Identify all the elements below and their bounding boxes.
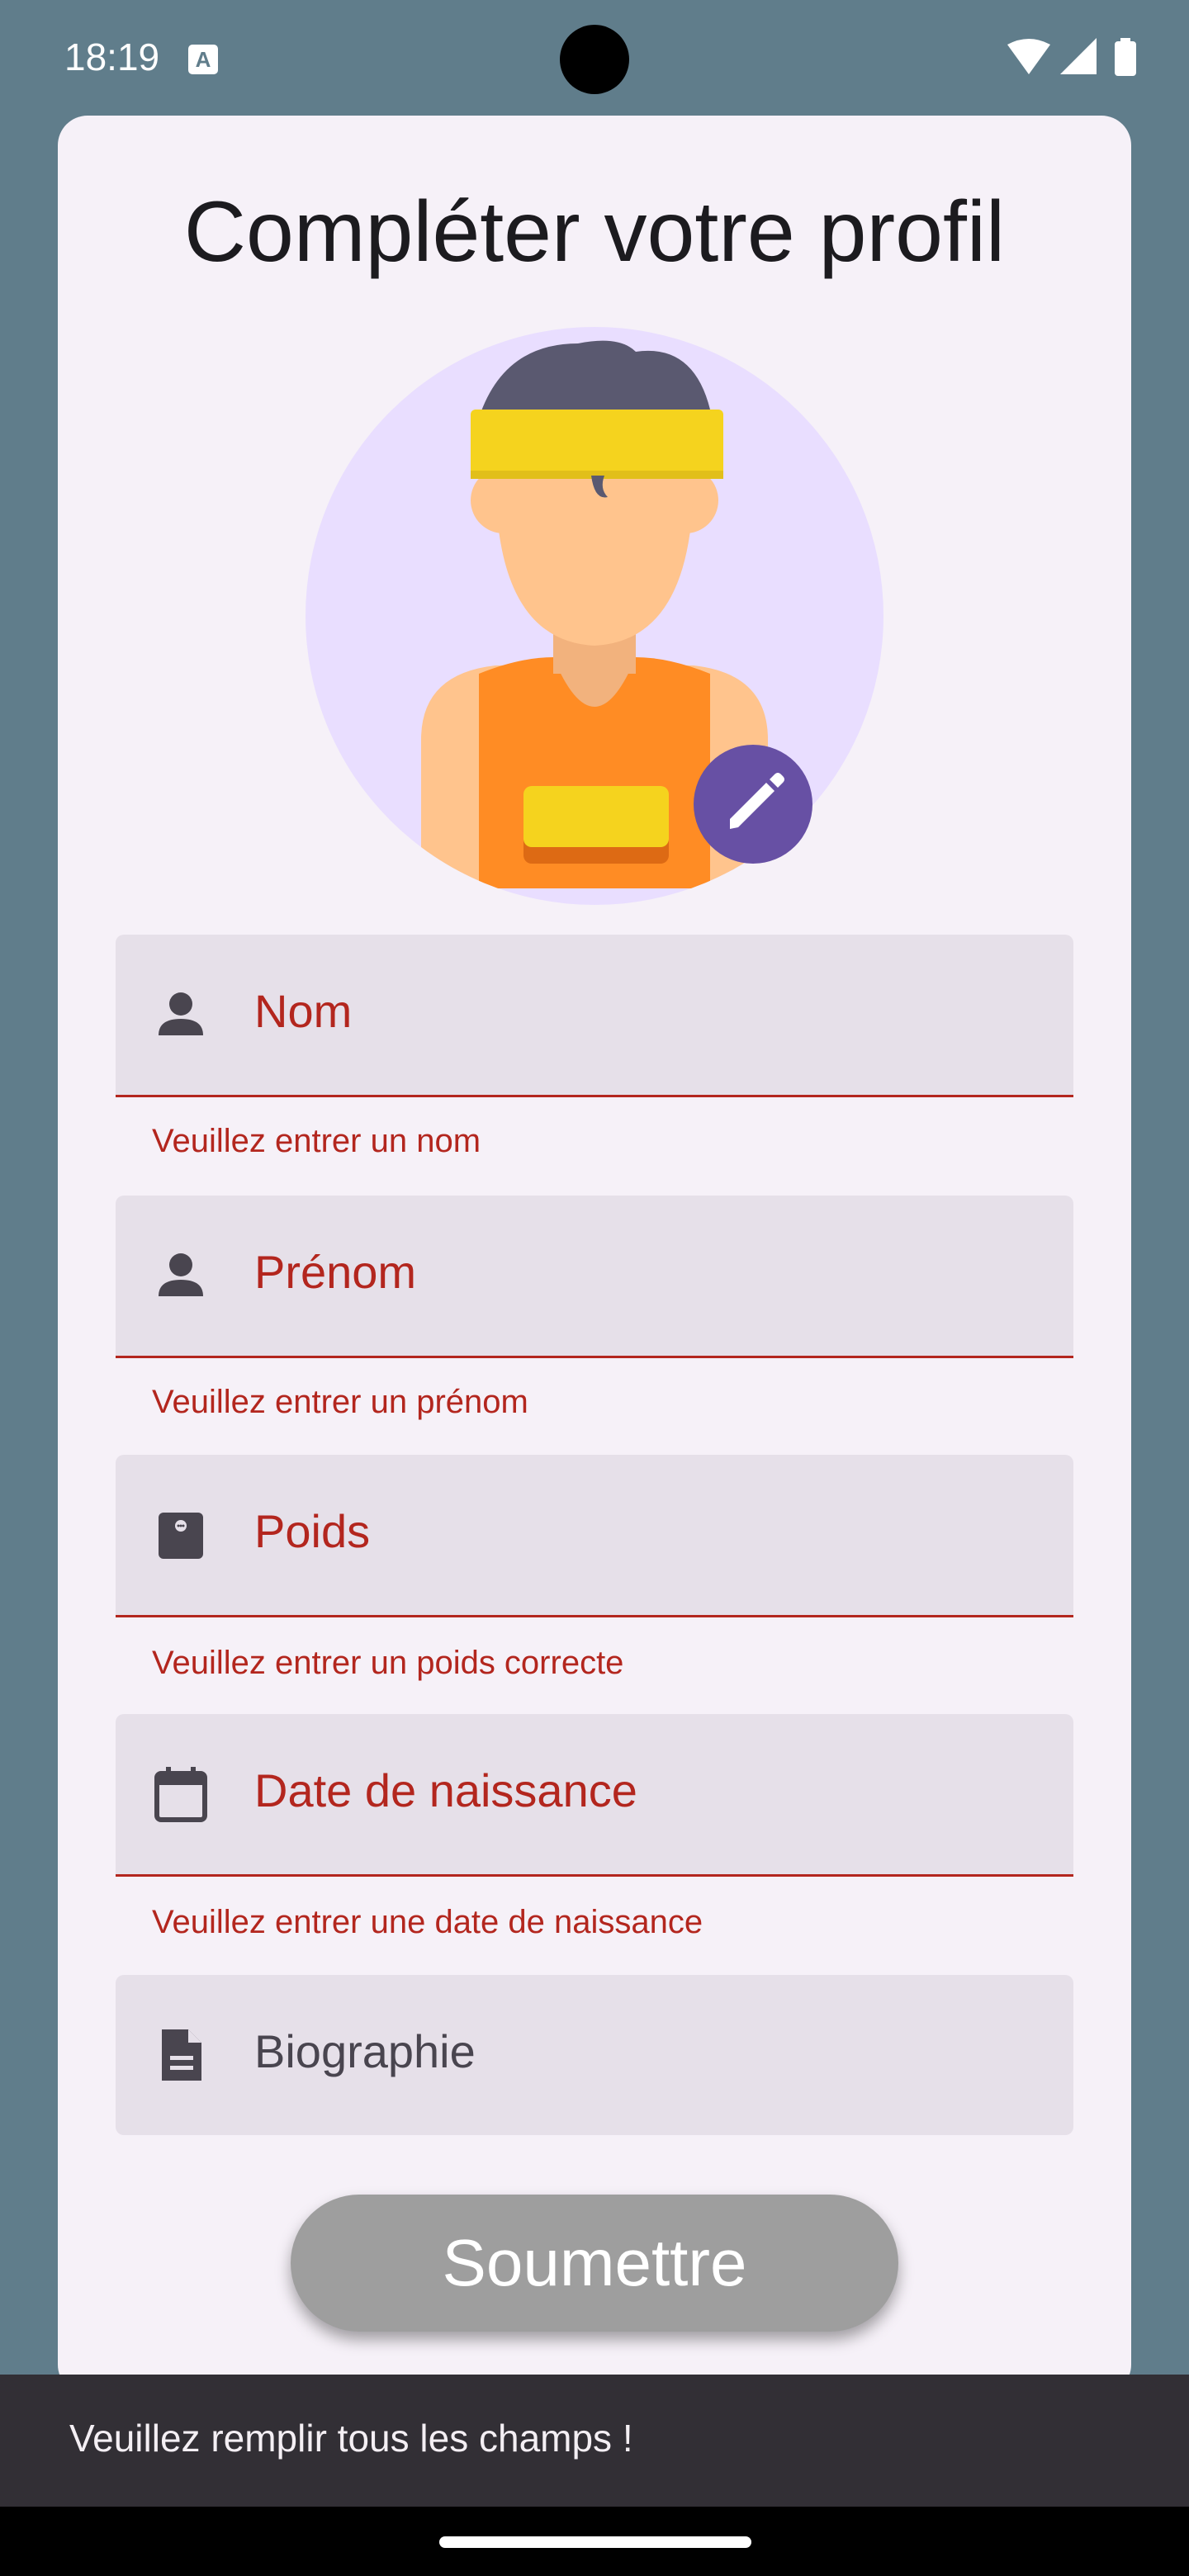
- edit-pencil-icon: [730, 773, 784, 829]
- prenom-label: Prénom: [254, 1246, 417, 1298]
- poids-field[interactable]: Poids: [116, 1455, 1073, 1617]
- snackbar-message: Veuillez remplir tous les champs !: [69, 2417, 633, 2460]
- status-bar: 18:19 A: [0, 0, 1189, 116]
- prenom-error: Veuillez entrer un prénom: [152, 1384, 528, 1420]
- submit-button[interactable]: Soumettre: [291, 2195, 898, 2332]
- camera-cutout: [560, 25, 629, 94]
- poids-label: Poids: [254, 1505, 371, 1557]
- edit-avatar-button[interactable]: [694, 745, 812, 864]
- date-naissance-field[interactable]: Date de naissance: [116, 1714, 1073, 1877]
- page-title: Compléter votre profil: [183, 184, 1006, 280]
- calendar-icon: [154, 1767, 207, 1822]
- wifi-icon: [1007, 39, 1050, 74]
- snackbar: Veuillez remplir tous les champs !: [0, 2375, 1189, 2507]
- person-icon: [159, 1253, 203, 1296]
- notification-icon: A: [188, 45, 218, 74]
- prenom-field[interactable]: Prénom: [116, 1196, 1073, 1358]
- date-naissance-label: Date de naissance: [254, 1764, 637, 1816]
- date-naissance-error: Veuillez entrer une date de naissance: [152, 1904, 703, 1940]
- poids-error: Veuillez entrer un poids correcte: [152, 1645, 624, 1681]
- home-handle[interactable]: [439, 2536, 751, 2548]
- status-icons: [1007, 38, 1136, 76]
- document-icon: [162, 2029, 201, 2081]
- person-icon: [159, 992, 203, 1035]
- status-time: 18:19: [64, 36, 160, 78]
- biographie-label: Biographie: [254, 2025, 476, 2077]
- scale-icon: [159, 1513, 203, 1559]
- biographie-field[interactable]: Biographie: [116, 1975, 1073, 2135]
- nom-label: Nom: [254, 985, 353, 1037]
- nom-field[interactable]: Nom: [116, 935, 1073, 1097]
- battery-icon: [1115, 41, 1136, 76]
- nom-error: Veuillez entrer un nom: [152, 1123, 481, 1159]
- signal-icon: [1060, 38, 1097, 74]
- navigation-bar: [0, 2507, 1189, 2576]
